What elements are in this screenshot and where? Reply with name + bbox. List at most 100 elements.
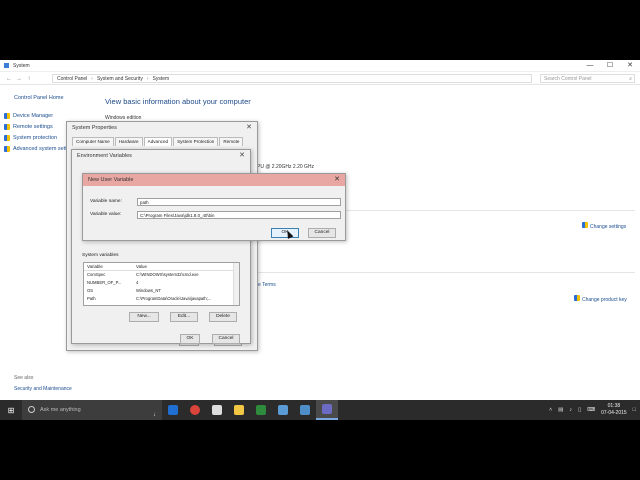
tab-computer-name[interactable]: Computer Name xyxy=(72,137,114,146)
device-manager-link[interactable]: Device Manager xyxy=(4,113,53,119)
address-breadcrumb[interactable]: Control Panel › System and Security › Sy… xyxy=(52,74,532,83)
new-variable-button[interactable]: New... xyxy=(129,312,159,322)
system-variables-label: System variables xyxy=(82,253,119,258)
store-icon xyxy=(278,405,288,415)
row-variable: NUMBER_OF_P... xyxy=(87,280,122,285)
license-terms-link[interactable]: e Terms xyxy=(258,282,276,288)
row-value: 4 xyxy=(136,280,139,285)
breadcrumb-system-security[interactable]: System and Security xyxy=(97,76,143,82)
processor-text: PU @ 2.20GHz 2.20 GHz xyxy=(257,164,315,170)
breadcrumb-separator: › xyxy=(146,75,149,82)
network-icon[interactable]: ▤ xyxy=(558,407,563,413)
breadcrumb-separator: › xyxy=(91,75,93,82)
tab-system-protection[interactable]: System Protection xyxy=(173,137,219,146)
cortana-icon xyxy=(28,406,35,413)
minimize-button[interactable]: — xyxy=(580,60,600,72)
system-protection-link[interactable]: System protection xyxy=(4,135,57,141)
folder-icon xyxy=(234,405,244,415)
row-variable: Path xyxy=(87,296,96,301)
up-arrow-icon[interactable]: ↑ xyxy=(24,76,34,82)
volume-icon[interactable]: ♪ xyxy=(569,407,572,413)
chrome-app-icon[interactable] xyxy=(184,400,206,420)
shield-icon xyxy=(582,222,588,228)
clock-time: 01:38 xyxy=(607,403,621,409)
notifications-icon[interactable]: □ xyxy=(633,407,636,413)
shield-icon xyxy=(574,295,580,301)
shield-icon xyxy=(4,146,10,152)
control-panel-app-icon[interactable] xyxy=(294,400,316,420)
remote-settings-label: Remote settings xyxy=(13,124,53,130)
edge-icon xyxy=(168,405,178,415)
search-input[interactable]: Search Control Panel ⌕ xyxy=(540,74,635,83)
system-protection-label: System protection xyxy=(13,135,58,141)
system-app-taskbar-icon[interactable] xyxy=(316,400,338,420)
security-maintenance-link[interactable]: Security and Maintenance xyxy=(14,386,72,392)
search-placeholder: Search Control Panel xyxy=(544,76,592,82)
dialog-title: New User Variable xyxy=(88,177,134,183)
back-arrow-icon[interactable]: ← xyxy=(4,76,14,82)
breadcrumb-control-panel[interactable]: Control Panel xyxy=(57,76,87,82)
cmd-icon xyxy=(212,405,222,415)
store-app-icon[interactable] xyxy=(272,400,294,420)
divider xyxy=(255,272,635,273)
column-value[interactable]: Value xyxy=(134,263,239,270)
breadcrumb-system[interactable]: System xyxy=(153,76,170,82)
microphone-icon: ↓ xyxy=(153,412,156,418)
ok-button[interactable]: OK xyxy=(180,334,200,344)
desktop-screen: System — ☐ ✕ ← → ↑ Control Panel › Syste… xyxy=(0,60,640,420)
taskbar-clock[interactable]: 01:38 07-04-2015 xyxy=(601,403,627,417)
device-manager-label: Device Manager xyxy=(13,113,54,119)
system-variables-list[interactable]: Variable Value ComSpec C:\WINDOWS\system… xyxy=(83,262,240,306)
control-panel-home-link[interactable]: Control Panel Home xyxy=(14,95,64,101)
remote-settings-link[interactable]: Remote settings xyxy=(4,124,53,130)
dialog-titlebar: New User Variable ✕ xyxy=(83,174,345,186)
taskbar: ⊞ Ask me anything ↓ ˄ ▤ ♪ ▯ ⌨ 01:38 07-0… xyxy=(0,400,640,420)
chevron-up-icon[interactable]: ˄ xyxy=(549,407,552,413)
chrome-icon xyxy=(190,405,200,415)
table-row[interactable]: NUMBER_OF_P... 4 xyxy=(84,279,239,287)
change-product-key-link[interactable]: Change product key xyxy=(574,295,627,303)
delete-variable-button[interactable]: Delete xyxy=(209,312,237,322)
excel-icon xyxy=(256,405,266,415)
clock-date: 07-04-2015 xyxy=(601,410,627,416)
tab-remote[interactable]: Remote xyxy=(219,137,244,146)
change-product-key-label: Change product key xyxy=(582,297,627,303)
tab-advanced[interactable]: Advanced xyxy=(143,137,173,146)
cancel-button[interactable]: Cancel xyxy=(212,334,240,344)
explorer-app-icon[interactable] xyxy=(228,400,250,420)
excel-app-icon[interactable] xyxy=(250,400,272,420)
windows-logo-icon[interactable]: ⊞ xyxy=(0,400,22,420)
change-settings-link[interactable]: Change settings xyxy=(582,222,626,230)
search-placeholder: Ask me anything xyxy=(40,407,81,413)
table-row[interactable]: OS Windows_NT xyxy=(84,287,239,295)
variable-value-field[interactable]: C:\Program Files\Java\jdk1.8.0_40\bin xyxy=(137,211,341,219)
new-user-variable-dialog: New User Variable ✕ Variable name: path … xyxy=(82,173,346,241)
window-titlebar: System — ☐ ✕ xyxy=(0,60,640,72)
edit-variable-button[interactable]: Edit... xyxy=(170,312,198,322)
keyboard-icon[interactable]: ⌨ xyxy=(587,407,595,413)
row-value: Windows_NT xyxy=(136,288,161,293)
control-panel-icon xyxy=(300,405,310,415)
variable-name-label: Variable name: xyxy=(90,199,122,204)
forward-arrow-icon[interactable]: → xyxy=(14,76,24,82)
variable-name-field[interactable]: path xyxy=(137,198,341,206)
taskbar-search-input[interactable]: Ask me anything ↓ xyxy=(22,400,162,420)
tab-hardware[interactable]: Hardware xyxy=(114,137,143,146)
close-icon[interactable]: ✕ xyxy=(329,174,345,185)
close-icon[interactable]: ✕ xyxy=(243,123,255,132)
maximize-button[interactable]: ☐ xyxy=(600,60,620,72)
see-also-label: See also xyxy=(14,375,34,381)
table-row[interactable]: ComSpec C:\WINDOWS\system32\cmd.exe xyxy=(84,271,239,279)
column-variable[interactable]: Variable xyxy=(84,263,134,270)
table-row[interactable]: Path C:\ProgramData\Oracle\Java\javapath… xyxy=(84,295,239,303)
battery-icon[interactable]: ▯ xyxy=(578,407,581,413)
row-variable: ComSpec xyxy=(87,272,106,277)
address-toolbar: ← → ↑ Control Panel › System and Securit… xyxy=(0,73,640,85)
close-button[interactable]: ✕ xyxy=(620,60,640,72)
edge-app-icon[interactable] xyxy=(162,400,184,420)
cancel-button[interactable]: Cancel xyxy=(308,228,336,238)
list-scrollbar[interactable] xyxy=(233,263,239,305)
dialog-title: Environment Variables xyxy=(77,153,132,159)
cmd-app-icon[interactable] xyxy=(206,400,228,420)
close-icon[interactable]: ✕ xyxy=(236,151,248,160)
